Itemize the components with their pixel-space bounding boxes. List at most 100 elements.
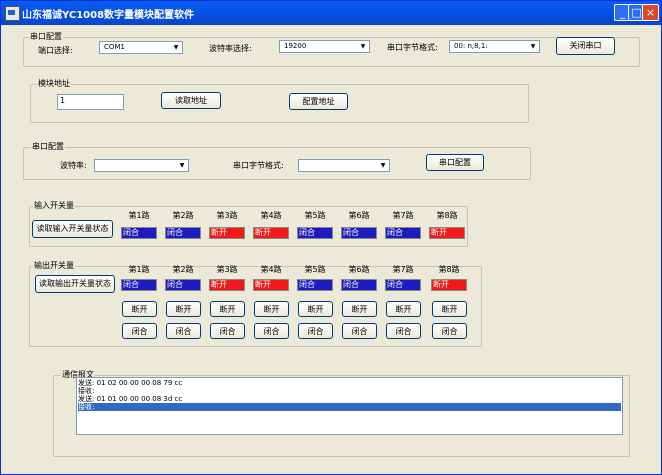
- address-input[interactable]: 1: [57, 94, 124, 110]
- output-status-indicator: 断开: [209, 279, 245, 291]
- output-close-button[interactable]: 闭合: [122, 323, 157, 339]
- output-open-button-label: 断开: [263, 305, 280, 314]
- byte-format-select[interactable]: 00: n,8,1: ▼: [449, 40, 540, 53]
- output-close-button[interactable]: 闭合: [432, 323, 467, 339]
- read-input-status-button[interactable]: 读取输入开关量状态: [32, 220, 113, 238]
- port-format-label: 串口字节格式:: [233, 161, 284, 170]
- output-channel-label: 第1路: [128, 265, 150, 274]
- baud-rate-select[interactable]: 19200 ▼: [279, 40, 370, 53]
- comm-log-list[interactable]: 发送: 01 02 00 00 00 08 79 cc 接收: 发送: 01 01 …: [76, 377, 623, 435]
- read-address-button-label: 读取地址: [175, 96, 207, 105]
- input-channel-label: 第7路: [392, 211, 414, 220]
- output-open-button[interactable]: 断开: [122, 301, 157, 317]
- output-open-button[interactable]: 断开: [342, 301, 377, 317]
- input-status-indicator: 断开: [429, 227, 465, 239]
- address-input-value: 1: [60, 96, 66, 105]
- port-config-title: 串口配置: [31, 141, 65, 152]
- input-status-indicator: 闭合: [385, 227, 421, 239]
- output-open-button-label: 断开: [307, 305, 324, 314]
- output-open-button-label: 断开: [219, 305, 236, 314]
- serial-config-title: 串口配置: [29, 31, 63, 42]
- output-open-button[interactable]: 断开: [386, 301, 421, 317]
- byte-format-value: 00: n,8,1:: [454, 42, 488, 50]
- output-status-text: 断开: [255, 280, 271, 289]
- output-status-text: 闭合: [387, 280, 403, 289]
- output-channel-label: 第3路: [216, 265, 238, 274]
- input-status-text: 闭合: [123, 228, 139, 237]
- port-select-value: COM1: [104, 43, 125, 51]
- input-channel-label: 第8路: [436, 211, 458, 220]
- byte-format-label: 串口字节格式:: [387, 43, 438, 52]
- chevron-down-icon[interactable]: ▼: [358, 42, 368, 51]
- input-channel-label: 第6路: [348, 211, 370, 220]
- output-status-text: 闭合: [299, 280, 315, 289]
- port-config-button-label: 串口配置: [439, 158, 471, 167]
- client-area: 串口配置 端口选择: COM1 ▼ 波特率选择: 19200 ▼ 串口字节格式:…: [3, 25, 659, 472]
- port-label: 端口选择:: [38, 46, 73, 55]
- config-address-button-label: 配置地址: [302, 97, 335, 106]
- output-channel-label: 第8路: [438, 265, 460, 274]
- output-open-button[interactable]: 断开: [298, 301, 333, 317]
- port-select[interactable]: COM1 ▼: [99, 41, 183, 54]
- output-close-button[interactable]: 闭合: [210, 323, 245, 339]
- read-output-status-button[interactable]: 读取输出开关量状态: [35, 275, 115, 293]
- input-status-text: 闭合: [387, 228, 403, 237]
- output-status-indicator: 闭合: [297, 279, 333, 291]
- input-channel-label: 第4路: [260, 211, 282, 220]
- input-status-text: 闭合: [343, 228, 359, 237]
- output-close-button-label: 闭合: [351, 327, 368, 336]
- output-open-button[interactable]: 断开: [210, 301, 245, 317]
- port-baud-select[interactable]: ▼: [94, 159, 189, 172]
- output-close-button[interactable]: 闭合: [298, 323, 333, 339]
- output-close-button[interactable]: 闭合: [166, 323, 201, 339]
- window-title: 山东福诚YC1008数字量模块配置软件: [22, 10, 195, 21]
- output-close-button-label: 闭合: [175, 327, 192, 336]
- chevron-down-icon[interactable]: ▼: [528, 42, 538, 51]
- title-bar[interactable]: 山东福诚YC1008数字量模块配置软件 _ □ ×: [1, 1, 661, 25]
- output-open-button-label: 断开: [441, 305, 458, 314]
- port-baud-label: 波特率:: [60, 161, 87, 170]
- output-close-button-label: 闭合: [307, 327, 324, 336]
- inputs-title: 输入开关量: [33, 200, 75, 211]
- output-channel-label: 第4路: [260, 265, 282, 274]
- output-open-button[interactable]: 断开: [166, 301, 201, 317]
- chevron-down-icon[interactable]: ▼: [171, 43, 181, 52]
- chevron-down-icon[interactable]: ▼: [378, 161, 388, 170]
- output-channel-label: 第7路: [392, 265, 414, 274]
- input-status-indicator: 断开: [209, 227, 245, 239]
- close-button[interactable]: ×: [642, 4, 659, 21]
- output-status-text: 断开: [211, 280, 227, 289]
- input-channel-label: 第2路: [172, 211, 194, 220]
- read-address-button[interactable]: 读取地址: [161, 92, 221, 109]
- log-line[interactable]: 发送: 01 02 00 00 00 08 79 cc: [78, 379, 378, 387]
- input-status-indicator: 闭合: [341, 227, 377, 239]
- module-address-title: 模块地址: [37, 78, 71, 89]
- log-line[interactable]: 接收:: [78, 403, 621, 411]
- input-status-indicator: 闭合: [165, 227, 201, 239]
- config-address-button[interactable]: 配置地址: [289, 93, 348, 110]
- chevron-down-icon[interactable]: ▼: [177, 161, 187, 170]
- output-status-text: 断开: [433, 280, 449, 289]
- output-status-text: 闭合: [343, 280, 359, 289]
- baud-rate-value: 19200: [284, 42, 307, 50]
- output-close-button[interactable]: 闭合: [254, 323, 289, 339]
- output-open-button[interactable]: 断开: [254, 301, 289, 317]
- baud-rate-label: 波特率选择:: [209, 44, 252, 53]
- port-config-button[interactable]: 串口配置: [426, 154, 484, 171]
- log-line[interactable]: 发送: 01 01 00 00 00 08 3d cc: [78, 395, 378, 403]
- output-close-button-label: 闭合: [219, 327, 236, 336]
- output-close-button-label: 闭合: [131, 327, 148, 336]
- output-open-button[interactable]: 断开: [432, 301, 467, 317]
- output-close-button[interactable]: 闭合: [342, 323, 377, 339]
- output-open-button-label: 断开: [351, 305, 368, 314]
- output-status-text: 闭合: [167, 280, 183, 289]
- log-line[interactable]: 接收:: [78, 387, 378, 395]
- output-channel-label: 第5路: [304, 265, 326, 274]
- close-port-button[interactable]: 关闭串口: [556, 37, 615, 55]
- port-format-select[interactable]: ▼: [298, 159, 390, 172]
- input-status-indicator: 闭合: [297, 227, 333, 239]
- output-close-button[interactable]: 闭合: [386, 323, 421, 339]
- input-status-text: 闭合: [299, 228, 315, 237]
- output-open-button-label: 断开: [131, 305, 148, 314]
- input-status-indicator: 闭合: [121, 227, 157, 239]
